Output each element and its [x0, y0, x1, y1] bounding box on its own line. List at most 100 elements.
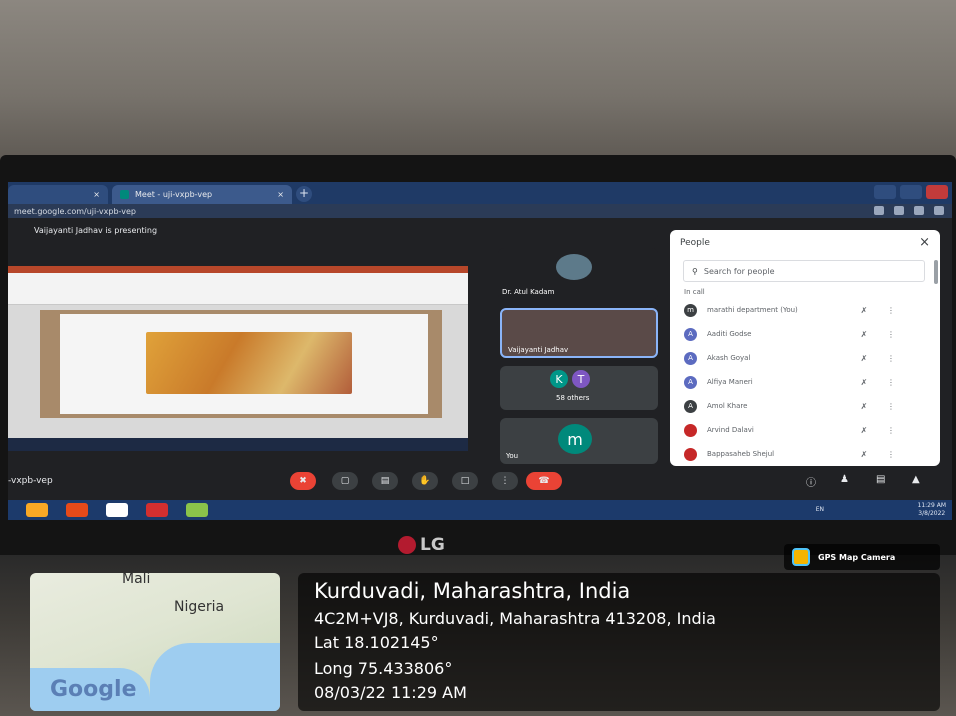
activities-icon[interactable]: ▲: [912, 474, 920, 485]
star-icon[interactable]: [914, 206, 924, 215]
close-window-button[interactable]: [926, 185, 948, 199]
tab-close-icon[interactable]: ×: [277, 190, 284, 199]
browser-tab-bar: × Meet - uji-vxpb-vep × +: [8, 182, 952, 204]
panel-scrollbar[interactable]: [934, 260, 938, 284]
mic-off-icon[interactable]: ✗: [847, 378, 881, 387]
wps-icon[interactable]: [146, 503, 168, 517]
captions-button[interactable]: ▤: [372, 472, 398, 490]
person-avatar: A: [684, 327, 697, 341]
participant-name: Vaijayanti Jadhav: [508, 346, 569, 354]
person-avatar: [684, 423, 697, 437]
meeting-code: -vxpb-vep: [8, 476, 53, 486]
language-indicator[interactable]: EN: [816, 506, 824, 513]
more-options-icon[interactable]: ⋮: [881, 426, 901, 435]
people-panel-title: People: [680, 238, 710, 248]
minimize-button[interactable]: [874, 185, 896, 199]
map-ocean: [150, 643, 280, 711]
camera-icon[interactable]: [874, 206, 884, 215]
shared-taskbar: [8, 438, 468, 451]
more-options-icon[interactable]: ⋮: [881, 378, 901, 387]
address-bar-icons: [874, 206, 944, 215]
mic-off-icon[interactable]: ✗: [847, 402, 881, 411]
people-list-item[interactable]: A Amol Khare ✗ ⋮: [684, 396, 926, 416]
browser-tab-meet[interactable]: Meet - uji-vxpb-vep ×: [112, 185, 292, 204]
tab-close-icon[interactable]: ×: [93, 190, 100, 199]
more-options-button[interactable]: ⋮: [492, 472, 518, 490]
shared-screen: [8, 266, 468, 451]
mic-button[interactable]: ✖: [290, 472, 316, 490]
person-name: marathi department (You): [707, 306, 798, 314]
participant-tile-vaijayanti[interactable]: Vaijayanti Jadhav: [500, 308, 658, 358]
mic-off-icon[interactable]: ✗: [847, 330, 881, 339]
people-panel: People × ⚲ Search for people In call m ma…: [670, 230, 940, 466]
mic-off-icon[interactable]: ✗: [847, 426, 881, 435]
search-icon: ⚲: [692, 266, 698, 276]
people-list-item[interactable]: A Aaditi Godse ✗ ⋮: [684, 324, 926, 344]
gps-datetime: 08/03/22 11:29 AM: [314, 683, 467, 702]
person-name: Aaditi Godse: [707, 330, 752, 338]
info-icon[interactable]: ⓘ: [806, 474, 816, 489]
avatar: m: [558, 424, 592, 454]
gps-camera-icon: [792, 548, 810, 566]
people-list-item[interactable]: A Alfiya Maneri ✗ ⋮: [684, 372, 926, 392]
address-bar[interactable]: meet.google.com/uji-vxpb-vep: [8, 204, 952, 218]
browser-tab-previous[interactable]: ×: [8, 185, 108, 204]
windows-taskbar: EN 11:29 AM 3/8/2022: [8, 500, 952, 520]
raise-hand-button[interactable]: ✋: [412, 472, 438, 490]
people-search-input[interactable]: ⚲ Search for people: [683, 260, 925, 282]
more-options-icon[interactable]: ⋮: [881, 330, 901, 339]
people-list-item[interactable]: Bappasaheb Shejul ✗ ⋮: [684, 444, 926, 464]
mic-off-icon[interactable]: ✗: [847, 450, 881, 459]
gps-longitude: Long 75.433806°: [314, 659, 453, 678]
more-options-icon[interactable]: ⋮: [881, 354, 901, 363]
present-button[interactable]: □: [452, 472, 478, 490]
tab-label: Meet - uji-vxpb-vep: [135, 190, 213, 199]
profile-icon[interactable]: [934, 206, 944, 215]
people-list-item[interactable]: Arvind Dalavi ✗ ⋮: [684, 420, 926, 440]
monitor-screen: × Meet - uji-vxpb-vep × + meet.google.co…: [8, 182, 952, 520]
people-list-item[interactable]: A Akash Goyal ✗ ⋮: [684, 348, 926, 368]
taskbar-clock[interactable]: 11:29 AM 3/8/2022: [918, 502, 946, 518]
lg-logo: LG: [398, 535, 445, 555]
wall-background: [0, 0, 956, 160]
camera-button[interactable]: ▢: [332, 472, 358, 490]
folder-icon[interactable]: [26, 503, 48, 517]
chat-icon[interactable]: ▤: [876, 474, 885, 485]
people-icon[interactable]: ♟: [840, 474, 849, 485]
person-name: Alfiya Maneri: [707, 378, 753, 386]
maximize-button[interactable]: [900, 185, 922, 199]
gps-latitude: Lat 18.102145°: [314, 633, 439, 652]
map-label-nigeria: Nigeria: [174, 599, 225, 615]
in-call-label: In call: [684, 288, 705, 296]
more-options-icon[interactable]: ⋮: [881, 306, 901, 315]
participant-count: 58 others: [556, 394, 590, 402]
end-call-button[interactable]: ☎: [526, 472, 562, 490]
person-avatar: m: [684, 303, 697, 317]
more-options-icon[interactable]: ⋮: [881, 450, 901, 459]
person-name: Arvind Dalavi: [707, 426, 754, 434]
person-name: Amol Khare: [707, 402, 748, 410]
powerpoint-titlebar: [8, 266, 468, 273]
mic-off-icon[interactable]: ✗: [847, 354, 881, 363]
person-name: Akash Goyal: [707, 354, 751, 362]
mic-off-icon[interactable]: ✗: [847, 306, 881, 315]
person-avatar: [684, 447, 697, 461]
app-icon[interactable]: [186, 503, 208, 517]
url-text[interactable]: meet.google.com/uji-vxpb-vep: [14, 207, 136, 216]
new-tab-button[interactable]: +: [296, 186, 312, 202]
participant-name: Dr. Atul Kadam: [502, 288, 555, 296]
participant-tile-others[interactable]: K T 58 others: [500, 366, 658, 410]
participant-tile-atul[interactable]: Dr. Atul Kadam: [498, 248, 658, 300]
media-player-icon[interactable]: [66, 503, 88, 517]
search-placeholder: Search for people: [703, 266, 775, 276]
gps-location: Kurduvadi, Maharashtra, India: [314, 579, 631, 603]
people-list-item[interactable]: m marathi department (You) ✗ ⋮: [684, 300, 926, 320]
chrome-icon[interactable]: [106, 503, 128, 517]
window-controls: [874, 185, 948, 199]
gps-map-camera-badge: GPS Map Camera: [784, 544, 940, 570]
share-icon[interactable]: [894, 206, 904, 215]
participant-tile-you[interactable]: m You: [500, 418, 658, 464]
powerpoint-ribbon: [8, 273, 468, 305]
more-options-icon[interactable]: ⋮: [881, 402, 901, 411]
close-icon[interactable]: ×: [919, 235, 930, 250]
